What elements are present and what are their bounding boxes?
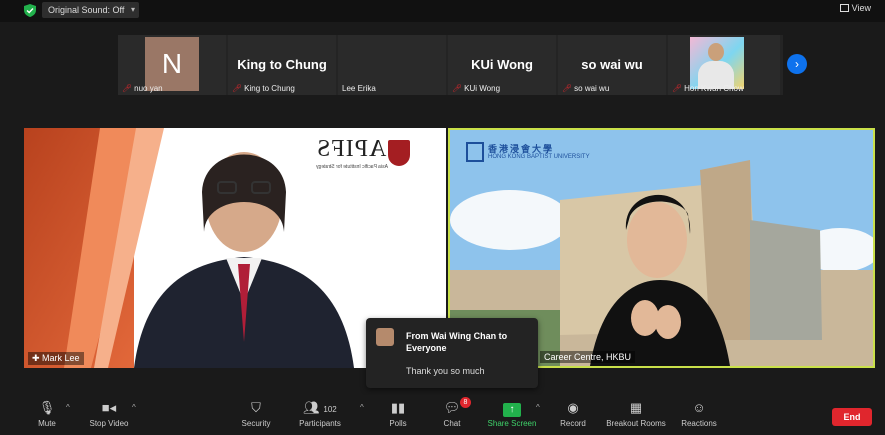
participant-thumbnail[interactable]: King to Chung 🎤︎ King to Chung	[228, 35, 336, 95]
participant-thumbnail[interactable]: Lee Erika	[338, 35, 446, 95]
shield-icon[interactable]	[24, 4, 36, 17]
stop-video-button[interactable]: ■◂ Stop Video	[86, 399, 132, 428]
mic-muted-icon: 🎤︎	[562, 84, 573, 93]
security-label: Security	[241, 419, 271, 428]
microphone-icon: 🎙︎	[38, 400, 56, 415]
participants-count: 102	[323, 405, 337, 414]
mute-button[interactable]: 🎙︎ Mute	[32, 399, 62, 428]
avatar: N	[145, 37, 199, 91]
participant-name-label: 🎤︎ nuo yan	[122, 84, 163, 93]
video-options-chevron-icon[interactable]: ^	[132, 403, 136, 412]
participants-icon: 👥︎ 102	[303, 400, 337, 415]
participant-name-label: Career Centre, HKBU	[540, 351, 636, 363]
end-meeting-button[interactable]: End	[832, 408, 872, 426]
share-screen-button[interactable]: ↑ Share Screen	[486, 399, 538, 428]
breakout-rooms-button[interactable]: ▦ Breakout Rooms	[604, 399, 668, 428]
participant-thumbnail[interactable]: KUi Wong 🎤︎ KUi Wong	[448, 35, 556, 95]
audio-options-chevron-icon[interactable]: ^	[66, 403, 70, 412]
participant-thumbnail[interactable]: N 🎤︎ nuo yan	[118, 35, 226, 95]
participants-label: Participants	[299, 419, 341, 428]
polls-label: Polls	[389, 419, 407, 428]
view-label: View	[851, 3, 871, 13]
security-button[interactable]: ⛉ Security	[238, 399, 274, 428]
pin-icon: ✚	[32, 353, 43, 363]
breakout-rooms-icon: ▦	[629, 400, 643, 415]
apifs-logo-subtitle: Asia Pacific Institute for Strategy	[316, 164, 388, 170]
participant-name-label: 🎤︎ so wai wu	[562, 84, 610, 93]
participant-thumbnail-strip: N 🎤︎ nuo yan King to Chung 🎤︎ King to Chun…	[118, 35, 783, 95]
chat-sender: From Wai Wing Chan to Everyone	[406, 331, 508, 353]
shield-icon: ⛉	[251, 400, 261, 415]
chat-message: Thank you so much	[406, 366, 485, 376]
polls-icon: ▮▮	[390, 400, 406, 415]
participants-options-chevron-icon[interactable]: ^	[360, 403, 364, 412]
record-button[interactable]: ◉ Record	[558, 399, 588, 428]
participant-name-label: Lee Erika	[342, 84, 376, 93]
participant-display-name: King to Chung	[237, 57, 327, 72]
participants-button[interactable]: 👥︎ 102 Participants	[290, 399, 350, 428]
mic-muted-icon: 🎤︎	[122, 84, 133, 93]
reactions-label: Reactions	[681, 419, 717, 428]
reactions-button[interactable]: ☺ Reactions	[680, 399, 718, 428]
participant-thumbnail[interactable]: so wai wu 🎤︎ so wai wu	[558, 35, 666, 95]
chevron-right-icon: ›	[795, 57, 799, 71]
share-screen-label: Share Screen	[487, 419, 537, 428]
apifs-logo: APIFS	[316, 136, 387, 162]
top-bar: Original Sound: Off ▾ View	[0, 0, 885, 22]
participant-name-label: ✚ Mark Lee	[28, 352, 84, 365]
share-options-chevron-icon[interactable]: ^	[536, 403, 540, 412]
video-camera-icon: ■◂	[101, 400, 117, 415]
hkbu-logo	[466, 142, 484, 162]
mic-muted-icon: 🎤︎	[452, 84, 463, 93]
hkbu-english-name: HONG KONG BAPTIST UNIVERSITY	[488, 154, 590, 160]
share-screen-icon: ↑	[503, 403, 521, 417]
breakout-rooms-label: Breakout Rooms	[606, 419, 666, 428]
chat-notification-popup[interactable]: From Wai Wing Chan to Everyone Thank you…	[366, 318, 538, 388]
mic-muted-icon: 🎤︎	[232, 84, 243, 93]
stop-video-label: Stop Video	[89, 419, 129, 428]
participant-display-name: KUi Wong	[471, 57, 533, 72]
next-page-button[interactable]: ›	[787, 54, 807, 74]
grid-icon	[839, 4, 849, 12]
reactions-icon: ☺	[692, 400, 706, 415]
mute-label: Mute	[38, 419, 56, 428]
participant-thumbnail[interactable]: 🎤︎ Hon Kwan Chow	[668, 35, 780, 95]
participant-name-label: 🎤︎ King to Chung	[232, 84, 295, 93]
participant-display-name: so wai wu	[581, 57, 643, 72]
mic-muted-icon: 🎤︎	[672, 84, 683, 93]
meeting-toolbar: 🎙︎ Mute ^ ■◂ Stop Video ^ ⛉ Security 👥︎ …	[0, 395, 885, 435]
participant-name-label: 🎤︎ Hon Kwan Chow	[672, 84, 744, 93]
harvard-crest-logo	[388, 140, 410, 166]
record-icon: ◉	[567, 400, 579, 415]
avatar	[376, 328, 394, 346]
record-label: Record	[560, 419, 586, 428]
original-sound-dropdown[interactable]: ▾	[127, 2, 139, 18]
chat-label: Chat	[443, 419, 461, 428]
chat-unread-badge: 8	[460, 397, 471, 408]
chat-button[interactable]: 💬︎ 8 Chat	[438, 397, 471, 428]
original-sound-button[interactable]: Original Sound: Off	[42, 2, 131, 18]
participant-name-label: 🎤︎ KUi Wong	[452, 84, 501, 93]
avatar	[690, 37, 744, 89]
view-button[interactable]: View	[839, 3, 871, 13]
polls-button[interactable]: ▮▮ Polls	[384, 399, 412, 428]
